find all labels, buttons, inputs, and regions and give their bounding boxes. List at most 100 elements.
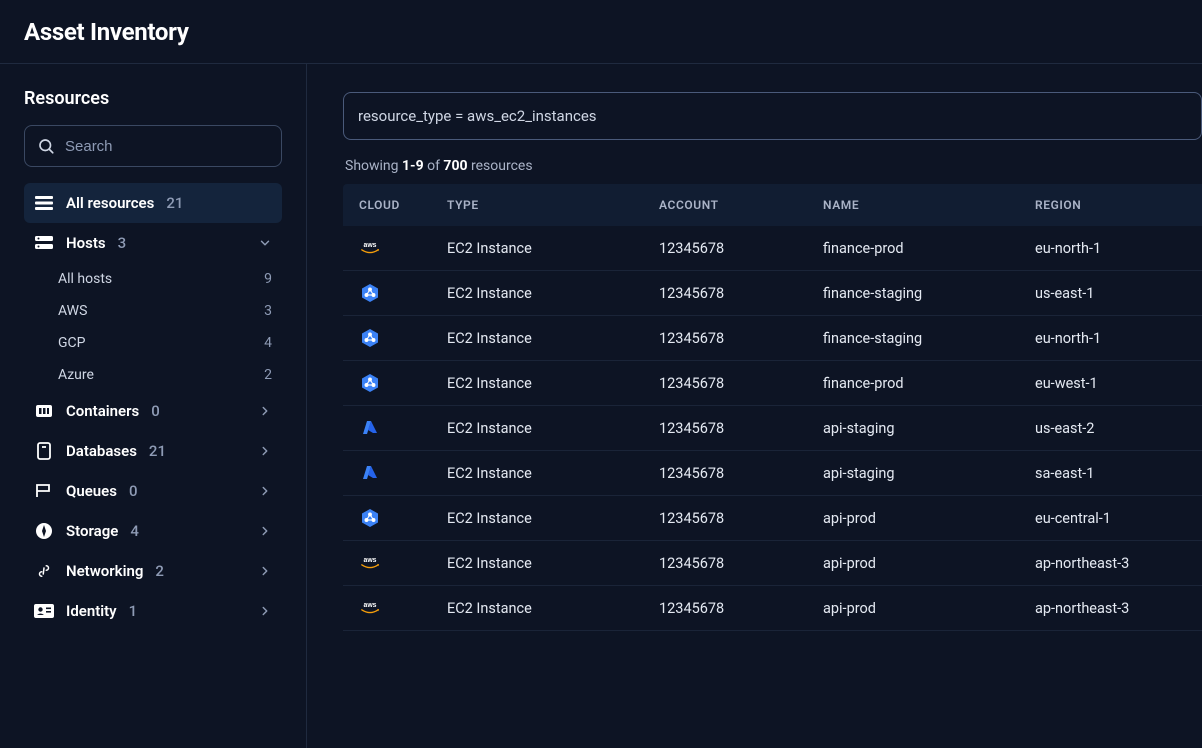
sidebar-subitem[interactable]: GCP 4 (54, 327, 282, 359)
cell-type: EC2 Instance (447, 465, 659, 482)
cell-account: 12345678 (659, 465, 823, 482)
svg-text:aws: aws (364, 242, 377, 249)
nav-label: Storage (66, 522, 118, 540)
nav-identity[interactable]: Identity 1 (24, 591, 282, 631)
nav-queues[interactable]: Queues0 (24, 471, 282, 511)
sub-label: Azure (58, 367, 94, 383)
azure-icon (359, 417, 381, 439)
cell-type: EC2 Instance (447, 330, 659, 347)
chevron-right-icon (258, 444, 272, 458)
cell-cloud (359, 327, 447, 349)
cell-type: EC2 Instance (447, 240, 659, 257)
chevron-right-icon (258, 604, 272, 618)
cell-name: finance-staging (823, 330, 1035, 347)
body-area: Resources All resources 21 Hosts3All hos… (0, 64, 1202, 748)
table-row[interactable]: EC2 Instance12345678api-stagingsa-east-1 (343, 451, 1202, 496)
cell-cloud: aws (359, 552, 447, 574)
chevron-right-icon (258, 564, 272, 578)
nav-label: Identity (66, 602, 117, 620)
search-input[interactable] (65, 138, 269, 155)
cell-account: 12345678 (659, 285, 823, 302)
table-row[interactable]: EC2 Instance12345678api-prodeu-central-1 (343, 496, 1202, 541)
nav-count: 0 (151, 402, 160, 420)
cell-type: EC2 Instance (447, 375, 659, 392)
networking-icon (34, 562, 54, 580)
col-account: ACCOUNT (659, 198, 823, 212)
cell-type: EC2 Instance (447, 510, 659, 527)
sidebar-subitem[interactable]: All hosts9 (54, 263, 282, 295)
cell-region: eu-central-1 (1035, 510, 1202, 527)
aws-icon: aws (359, 237, 381, 259)
nav-count: 2 (155, 562, 164, 580)
cell-type: EC2 Instance (447, 555, 659, 572)
queues-icon (34, 483, 54, 499)
cell-account: 12345678 (659, 240, 823, 257)
cell-cloud: aws (359, 597, 447, 619)
cell-account: 12345678 (659, 600, 823, 617)
main-content: resource_type = aws_ec2_instances Showin… (307, 64, 1202, 748)
cell-account: 12345678 (659, 555, 823, 572)
nav-count: 21 (166, 194, 183, 212)
cell-cloud (359, 507, 447, 529)
cell-name: api-staging (823, 420, 1035, 437)
chevron-right-icon (258, 404, 272, 418)
result-count: Showing 1-9 of 700 resources (343, 158, 1202, 174)
filter-query-text: resource_type = aws_ec2_instances (358, 107, 597, 125)
nav-count: 1 (129, 602, 138, 620)
table-row[interactable]: EC2 Instance12345678api-stagingus-east-2 (343, 406, 1202, 451)
col-cloud: CLOUD (359, 198, 447, 212)
sub-label: GCP (58, 335, 85, 351)
table-row[interactable]: awsEC2 Instance12345678finance-prodeu-no… (343, 226, 1202, 271)
cell-name: api-prod (823, 555, 1035, 572)
sidebar-search[interactable] (24, 125, 282, 167)
cell-name: api-prod (823, 510, 1035, 527)
azure-icon (359, 462, 381, 484)
cell-account: 12345678 (659, 375, 823, 392)
aws-icon: aws (359, 597, 381, 619)
search-icon (37, 137, 55, 155)
nav-count: 0 (129, 482, 138, 500)
nav-hosts[interactable]: Hosts3 (24, 223, 282, 263)
containers-icon (34, 403, 54, 419)
table-row[interactable]: EC2 Instance12345678finance-stagingus-ea… (343, 271, 1202, 316)
table-row[interactable]: awsEC2 Instance12345678api-prodap-northe… (343, 541, 1202, 586)
nav-label: Networking (66, 562, 143, 580)
cell-name: api-staging (823, 465, 1035, 482)
sub-label: AWS (58, 303, 87, 319)
app-header: Asset Inventory (0, 0, 1202, 64)
sub-count: 4 (264, 335, 272, 351)
nav-count: 4 (130, 522, 139, 540)
nav-storage[interactable]: Storage 4 (24, 511, 282, 551)
cell-region: us-east-1 (1035, 285, 1202, 302)
nav-all-resources[interactable]: All resources 21 (24, 183, 282, 223)
cell-region: ap-northeast-3 (1035, 555, 1202, 572)
nav-containers[interactable]: Containers 0 (24, 391, 282, 431)
col-name: NAME (823, 198, 1035, 212)
nav-networking[interactable]: Networking 2 (24, 551, 282, 591)
table-row[interactable]: EC2 Instance12345678finance-prodeu-west-… (343, 361, 1202, 406)
nav-label: Databases (66, 442, 137, 460)
table-row[interactable]: awsEC2 Instance12345678api-prodap-northe… (343, 586, 1202, 631)
sub-label: All hosts (58, 271, 112, 287)
cell-cloud (359, 462, 447, 484)
nav-label: Containers (66, 402, 139, 420)
databases-icon (34, 442, 54, 460)
cell-cloud (359, 372, 447, 394)
nav-databases[interactable]: Databases21 (24, 431, 282, 471)
sub-count: 3 (264, 303, 272, 319)
cell-cloud (359, 417, 447, 439)
hosts-icon (34, 236, 54, 250)
sub-count: 2 (264, 367, 272, 383)
cell-account: 12345678 (659, 510, 823, 527)
sidebar-subitem[interactable]: AWS 3 (54, 295, 282, 327)
cell-name: finance-staging (823, 285, 1035, 302)
chevron-right-icon (258, 484, 272, 498)
col-region: REGION (1035, 198, 1202, 212)
sidebar-subitem[interactable]: Azure 2 (54, 359, 282, 391)
filter-query-input[interactable]: resource_type = aws_ec2_instances (343, 92, 1202, 140)
chevron-right-icon (258, 524, 272, 538)
col-type: TYPE (447, 198, 659, 212)
table-row[interactable]: EC2 Instance12345678finance-stagingeu-no… (343, 316, 1202, 361)
cell-region: eu-north-1 (1035, 330, 1202, 347)
cell-type: EC2 Instance (447, 420, 659, 437)
